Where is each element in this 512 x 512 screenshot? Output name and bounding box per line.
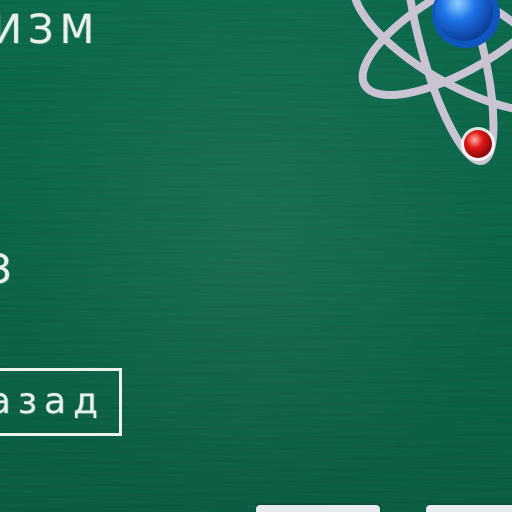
menu-option-fragment[interactable]: З	[0, 246, 18, 294]
bottom-card-left[interactable]	[256, 505, 380, 512]
bottom-card-right[interactable]	[426, 505, 512, 512]
back-button[interactable]: назад	[0, 368, 122, 436]
atom-icon	[349, 0, 512, 165]
chalkboard-background: ИЗМ З назад	[0, 0, 512, 512]
atom-electron-core	[464, 130, 492, 158]
back-button-label: назад	[0, 381, 105, 422]
screen-title-fragment: ИЗМ	[0, 7, 101, 53]
